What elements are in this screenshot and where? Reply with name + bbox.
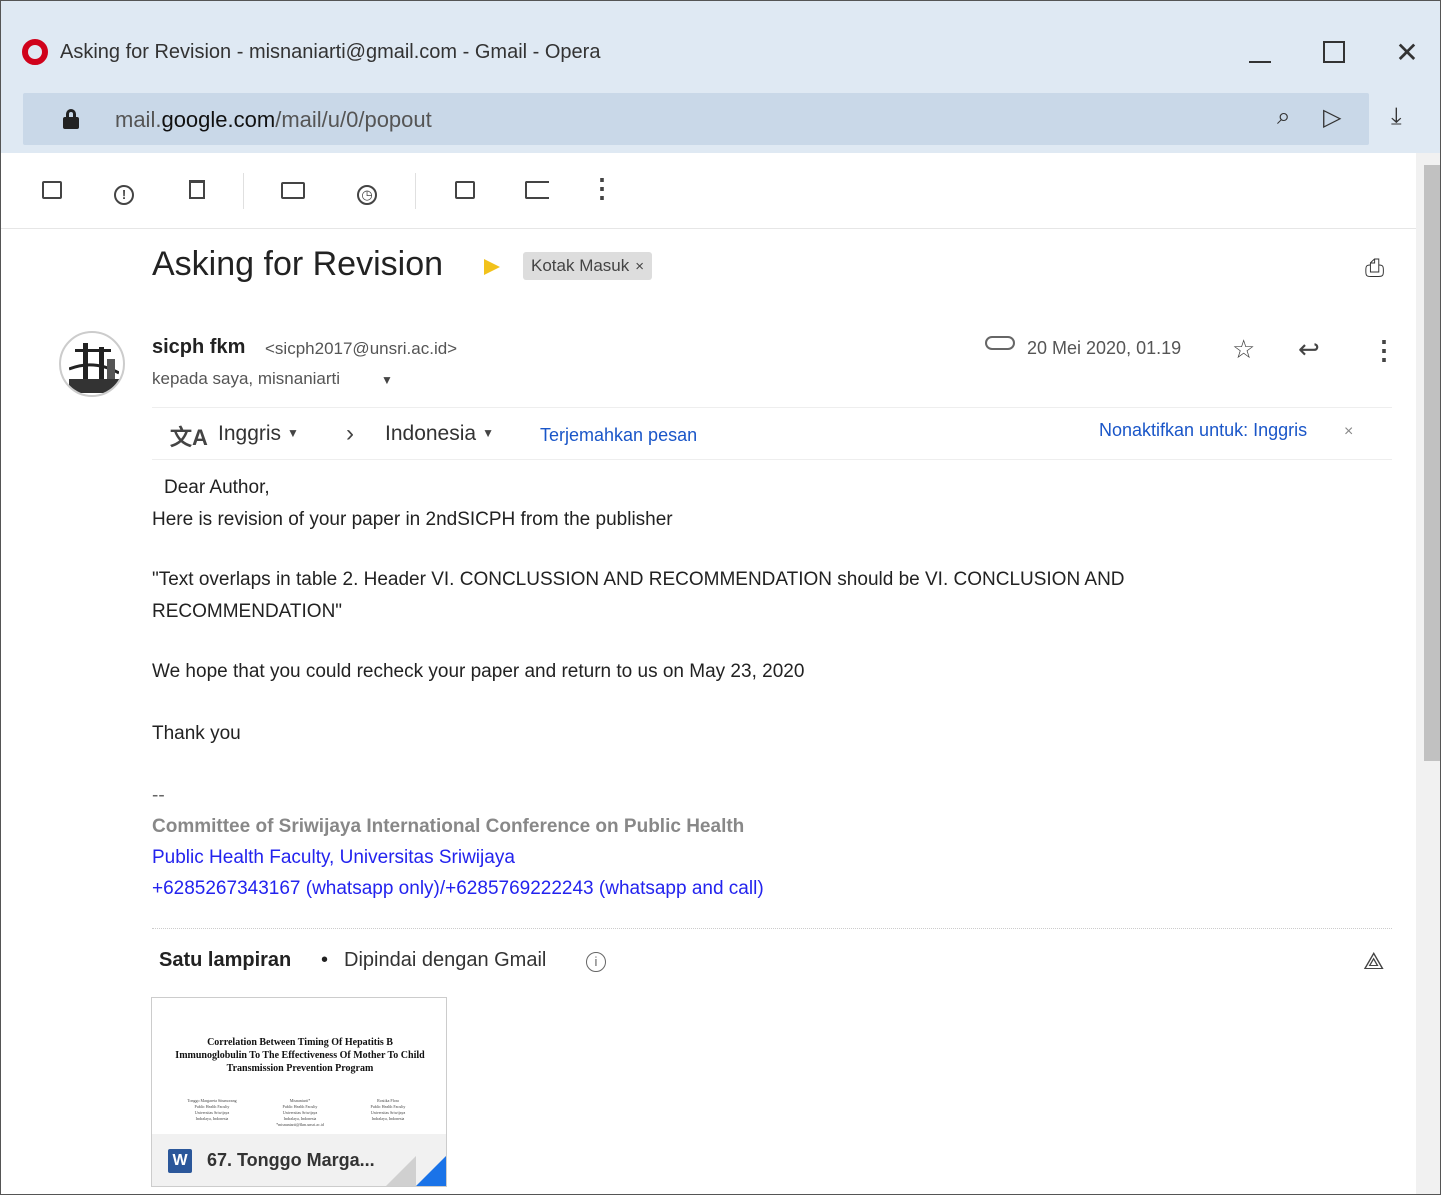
maximize-button[interactable] <box>1313 33 1353 73</box>
report-spam-button[interactable]: ! <box>109 175 139 205</box>
mark-unread-button[interactable] <box>278 175 308 205</box>
print-icon[interactable]: ⎙ <box>1365 255 1384 283</box>
add-to-drive-icon[interactable]: ⟁ <box>1363 948 1384 976</box>
signature-faculty: Public Health Faculty, Universitas Sriwi… <box>152 847 515 868</box>
more-vert-icon: ⋮ <box>589 173 615 203</box>
body-thanks: Thank you <box>152 723 241 744</box>
signature-phone: +6285267343167 (whatsapp only)/+62857692… <box>152 878 764 899</box>
star-icon[interactable]: ☆ <box>1232 334 1255 365</box>
corner-fold-shadow <box>386 1156 416 1186</box>
download-icon[interactable]: ⤓ <box>1391 103 1402 131</box>
important-marker-icon[interactable] <box>484 259 500 275</box>
message-date: 20 Mei 2020, 01.19 <box>1027 338 1182 358</box>
body-greeting: Dear Author, <box>164 477 270 498</box>
send-icon[interactable]: ▷ <box>1323 103 1341 132</box>
source-language-select[interactable]: Inggris ▼ <box>218 422 299 446</box>
target-language-select[interactable]: Indonesia ▼ <box>385 422 494 446</box>
delete-button[interactable] <box>182 175 212 205</box>
disable-translation-link[interactable]: Nonaktifkan untuk: Inggris <box>1099 420 1307 441</box>
more-actions-button[interactable]: ⋮ <box>587 175 617 205</box>
attachment-icon <box>985 336 1015 350</box>
move-to-button[interactable] <box>450 175 480 205</box>
inbox-label-chip[interactable]: Kotak Masuk × <box>523 252 653 280</box>
toolbar-divider <box>243 173 244 209</box>
archive-icon <box>42 181 62 199</box>
info-icon[interactable]: i <box>586 952 606 972</box>
avatar-image-icon <box>69 343 119 393</box>
body-line: We hope that you could recheck your pape… <box>152 661 805 682</box>
reply-icon[interactable]: ↩ <box>1298 334 1320 365</box>
scrollbar[interactable] <box>1416 153 1440 1194</box>
body-quote-line: RECOMMENDATION" <box>152 601 343 622</box>
translate-icon: 文A <box>170 425 208 450</box>
chevron-down-icon: ▼ <box>287 426 299 440</box>
title-bar: Asking for Revision - misnaniarti@gmail.… <box>1 1 1440 83</box>
label-icon <box>525 181 549 199</box>
close-translate-icon[interactable]: × <box>1344 423 1353 441</box>
preview-title: Correlation Between Timing Of Hepatitis … <box>175 1037 425 1074</box>
chevron-right-icon: › <box>346 420 354 447</box>
search-icon[interactable]: ⌕ <box>1277 103 1290 131</box>
window-title: Asking for Revision - misnaniarti@gmail.… <box>60 41 601 63</box>
url-field[interactable]: mail.google.com/mail/u/0/popout ⌕ ▷ <box>23 93 1369 145</box>
translate-message-link[interactable]: Terjemahkan pesan <box>540 425 697 446</box>
archive-button[interactable] <box>37 175 67 205</box>
attachment-card[interactable]: Correlation Between Timing Of Hepatitis … <box>151 997 447 1187</box>
signature-separator: -- <box>152 785 165 806</box>
close-icon: ✕ <box>1395 37 1419 68</box>
corner-fold <box>416 1156 446 1186</box>
recipients-text: kepada saya, misnaniarti <box>152 369 341 388</box>
body-line: Here is revision of your paper in 2ndSIC… <box>152 509 673 530</box>
spam-icon: ! <box>114 185 134 205</box>
close-button[interactable]: ✕ <box>1387 33 1427 73</box>
url-text: mail.google.com/mail/u/0/popout <box>115 107 432 132</box>
sender-email: <sicph2017@unsri.ac.id> <box>265 339 458 358</box>
message-more-icon[interactable]: ⋮ <box>1371 335 1397 366</box>
attachment-count: Satu lampiran <box>159 949 292 971</box>
minimize-icon <box>1249 61 1271 63</box>
minimize-button[interactable] <box>1239 33 1279 73</box>
address-bar: mail.google.com/mail/u/0/popout ⌕ ▷ ⤓ <box>1 83 1440 153</box>
attachment-file-name: 67. Tonggo Marga... <box>207 1150 375 1170</box>
recipients-dropdown-icon[interactable]: ▼ <box>381 373 393 387</box>
message-toolbar: ! ◷ ⋮ <box>1 153 1416 229</box>
preview-author: Misnaniarti* Public Health Faculty Unive… <box>276 1098 324 1127</box>
clock-icon: ◷ <box>357 185 377 205</box>
lock-icon <box>63 109 79 129</box>
scan-status: Dipindai dengan Gmail <box>344 949 547 971</box>
remove-label-icon[interactable]: × <box>635 258 644 275</box>
word-document-icon: W <box>168 1149 192 1173</box>
mail-icon <box>281 182 305 199</box>
labels-button[interactable] <box>522 175 552 205</box>
scrollbar-thumb[interactable] <box>1424 165 1440 761</box>
opera-logo-icon <box>22 39 48 65</box>
maximize-icon <box>1323 41 1345 63</box>
body-quote-line: "Text overlaps in table 2. Header VI. CO… <box>152 569 1125 590</box>
attachments-divider <box>152 928 1392 929</box>
move-icon <box>455 181 475 199</box>
signature-org: Committee of Sriwijaya International Con… <box>152 816 745 837</box>
chevron-down-icon: ▼ <box>482 426 494 440</box>
sender-name: sicph fkm <box>152 336 246 358</box>
email-subject: Asking for Revision <box>152 245 444 283</box>
browser-window: Asking for Revision - misnaniarti@gmail.… <box>0 0 1441 1195</box>
snooze-button[interactable]: ◷ <box>352 175 382 205</box>
attachment-bullet: • <box>321 949 329 971</box>
toolbar-divider <box>415 173 416 209</box>
trash-icon <box>189 180 205 199</box>
preview-author: Rostika Flora Public Health Faculty Univ… <box>370 1098 406 1121</box>
preview-author: Tonggo Margareta Situmorang Public Healt… <box>187 1098 237 1121</box>
translate-bar: 文A Inggris ▼ › Indonesia ▼ Terjemahkan pes… <box>152 407 1392 460</box>
avatar[interactable] <box>59 331 125 397</box>
